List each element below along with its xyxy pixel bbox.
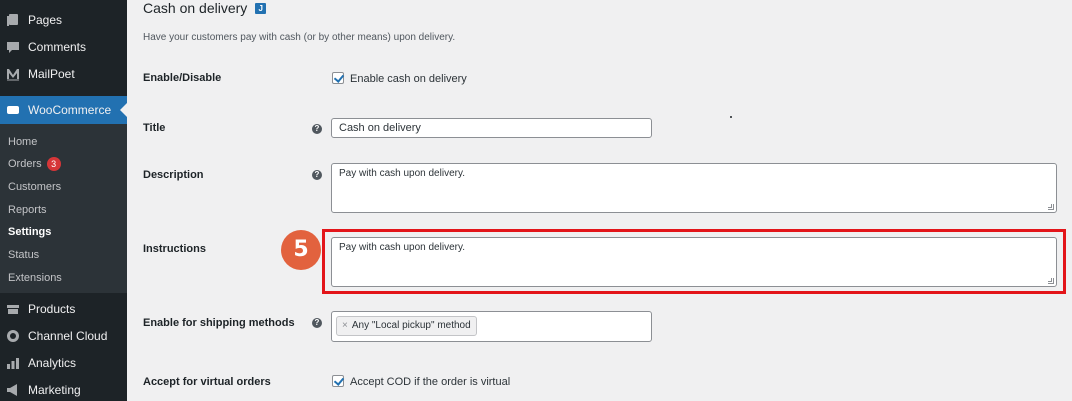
submenu-label: Status bbox=[8, 249, 40, 261]
menu-item-channel-cloud[interactable]: Channel Cloud bbox=[0, 322, 127, 350]
submenu-label: Extensions bbox=[8, 272, 62, 284]
page-description: Have your customers pay with cash (or by… bbox=[143, 32, 456, 43]
virtual-orders-label: Accept for virtual orders bbox=[143, 376, 271, 388]
submenu-status[interactable]: Status bbox=[8, 245, 39, 265]
chip-label: Any "Local pickup" method bbox=[351, 320, 471, 331]
step-number-badge: 5 bbox=[281, 230, 321, 270]
chip-remove-icon[interactable]: × bbox=[342, 317, 348, 335]
menu-item-label: Comments bbox=[28, 40, 87, 54]
virtual-orders-checkbox-label[interactable]: Accept COD if the order is virtual bbox=[350, 376, 510, 388]
submenu-extensions[interactable]: Extensions bbox=[8, 268, 62, 288]
submenu-label: Home bbox=[8, 136, 38, 148]
help-icon[interactable]: ? bbox=[312, 124, 322, 134]
enable-checkbox[interactable] bbox=[332, 72, 344, 84]
channel-cloud-icon bbox=[6, 329, 20, 343]
shipping-method-chip[interactable]: × Any "Local pickup" method bbox=[336, 316, 477, 336]
description-textarea[interactable]: Pay with cash upon delivery. bbox=[331, 163, 1057, 213]
menu-item-comments[interactable]: Comments bbox=[0, 33, 127, 61]
submenu-customers[interactable]: Customers bbox=[8, 177, 61, 197]
enable-label: Enable/Disable bbox=[143, 72, 222, 84]
admin-sidebar: Pages Comments MailPoet WooCommerce Home… bbox=[0, 0, 128, 401]
products-icon bbox=[6, 302, 20, 316]
page-title-text: Cash on delivery bbox=[143, 0, 248, 16]
help-icon[interactable]: ? bbox=[312, 170, 322, 180]
pages-icon bbox=[6, 13, 20, 27]
menu-item-marketing[interactable]: Marketing bbox=[0, 376, 127, 401]
settings-main: Cash on delivery J Have your customers p… bbox=[127, 0, 1072, 401]
marketing-icon bbox=[6, 383, 20, 397]
stray-dot bbox=[730, 116, 732, 118]
submenu-label: Reports bbox=[8, 204, 47, 216]
title-input[interactable]: Cash on delivery bbox=[331, 118, 652, 138]
menu-item-woocommerce[interactable]: WooCommerce bbox=[0, 96, 128, 124]
virtual-orders-checkbox[interactable] bbox=[332, 375, 344, 387]
menu-item-label: WooCommerce bbox=[28, 103, 112, 117]
return-link-icon[interactable]: J bbox=[255, 2, 267, 14]
help-icon[interactable]: ? bbox=[312, 318, 322, 328]
menu-item-analytics[interactable]: Analytics bbox=[0, 349, 127, 377]
resize-handle-icon[interactable] bbox=[1048, 204, 1054, 210]
menu-item-label: Channel Cloud bbox=[28, 329, 108, 343]
analytics-icon bbox=[6, 356, 20, 370]
submenu-reports[interactable]: Reports bbox=[8, 200, 47, 220]
title-label: Title bbox=[143, 122, 166, 134]
menu-item-label: Products bbox=[28, 302, 76, 316]
submenu-label: Orders bbox=[8, 158, 42, 170]
menu-item-pages[interactable]: Pages bbox=[0, 6, 127, 34]
menu-item-mailpoet[interactable]: MailPoet bbox=[0, 60, 127, 88]
description-value: Pay with cash upon delivery. bbox=[339, 168, 465, 179]
highlight-annotation-box bbox=[322, 229, 1066, 294]
orders-count-badge: 3 bbox=[46, 157, 61, 171]
description-label: Description bbox=[143, 169, 204, 181]
menu-item-label: MailPoet bbox=[28, 67, 75, 81]
shipping-methods-label: Enable for shipping methods bbox=[143, 317, 295, 329]
menu-item-label: Pages bbox=[28, 13, 63, 27]
menu-item-label: Analytics bbox=[28, 356, 77, 370]
submenu-label: Settings bbox=[8, 226, 52, 238]
menu-item-products[interactable]: Products bbox=[0, 295, 127, 323]
page-title: Cash on delivery J bbox=[143, 0, 267, 16]
mailpoet-icon bbox=[6, 67, 20, 81]
submenu-orders[interactable]: Orders 3 bbox=[8, 154, 61, 174]
enable-checkbox-label[interactable]: Enable cash on delivery bbox=[350, 73, 467, 85]
submenu-label: Customers bbox=[8, 181, 62, 193]
instructions-label: Instructions bbox=[143, 243, 206, 255]
comments-icon bbox=[6, 40, 20, 54]
submenu-home[interactable]: Home bbox=[8, 132, 37, 152]
submenu-settings[interactable]: Settings bbox=[8, 222, 51, 242]
menu-item-label: Marketing bbox=[28, 383, 81, 397]
woocommerce-icon bbox=[6, 103, 20, 117]
woocommerce-submenu: Home Orders 3 Customers Reports Settings … bbox=[0, 124, 127, 293]
